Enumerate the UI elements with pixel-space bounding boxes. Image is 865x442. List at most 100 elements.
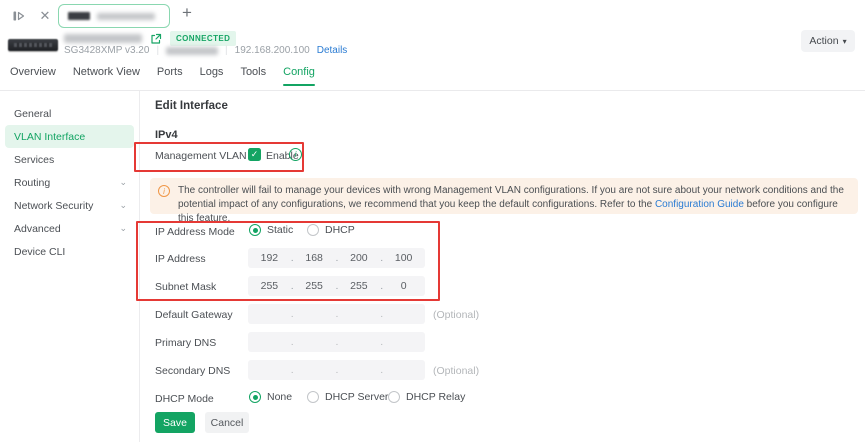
management-vlan-enable-checkbox[interactable]: ✓ xyxy=(248,148,261,161)
status-badge: CONNECTED xyxy=(170,31,236,46)
redacted-device-name xyxy=(64,34,142,43)
tab-config[interactable]: Config xyxy=(283,66,315,86)
default-gateway-optional-hint: (Optional) xyxy=(433,309,479,321)
add-tab-button[interactable]: + xyxy=(178,4,196,22)
sidebar-item-device-cli[interactable]: Device CLI xyxy=(0,240,139,263)
sidebar-item-label: VLAN Interface xyxy=(14,131,85,143)
expand-panel-glyph xyxy=(12,9,26,23)
device-model: SG3428XMP v3.20 xyxy=(64,45,149,56)
radio-static[interactable] xyxy=(249,224,261,236)
sidebar-item-routing[interactable]: Routing ⌄ xyxy=(0,171,139,194)
ip-address-mode-label: IP Address Mode xyxy=(155,226,235,238)
ip-address-label: IP Address xyxy=(155,253,206,265)
primary-dns-input[interactable] xyxy=(248,332,425,352)
radio-dhcp-relay[interactable] xyxy=(388,391,400,403)
octet-separator xyxy=(291,364,293,376)
radio-option-dhcp-server[interactable]: DHCP Server xyxy=(307,391,388,403)
tab-network-view[interactable]: Network View xyxy=(73,66,140,86)
tab-ports[interactable]: Ports xyxy=(157,66,183,86)
default-gateway-input[interactable] xyxy=(248,304,425,324)
notice-text: The controller will fail to manage your … xyxy=(178,184,848,226)
cancel-button[interactable]: Cancel xyxy=(205,412,249,433)
configuration-guide-link[interactable]: Configuration Guide xyxy=(655,199,744,210)
device-tab[interactable] xyxy=(58,4,170,28)
tab-overview[interactable]: Overview xyxy=(10,66,56,86)
ip-octet-1[interactable]: 192 xyxy=(248,252,291,264)
action-button[interactable]: Action ▾ xyxy=(801,30,855,52)
divider: | xyxy=(156,45,159,56)
mask-octet-4[interactable]: 0 xyxy=(382,280,425,292)
subnet-mask-input[interactable]: 2552552550 xyxy=(248,276,425,296)
octet-separator xyxy=(336,364,338,376)
ip-octet-2[interactable]: 168 xyxy=(293,252,336,264)
ip-address-input[interactable]: 192168200100 xyxy=(248,248,425,268)
notice-banner: i The controller will fail to manage you… xyxy=(150,178,858,214)
radio-dhcp-label: DHCP xyxy=(325,224,355,236)
secondary-dns-input[interactable] xyxy=(248,360,425,380)
mask-octet-1[interactable]: 255 xyxy=(248,280,291,292)
device-ip: 192.168.200.100 xyxy=(235,45,310,56)
octet-separator xyxy=(380,308,382,320)
sidebar-item-label: Network Security xyxy=(14,200,93,212)
radio-none-label: None xyxy=(267,391,292,403)
device-image xyxy=(8,39,58,51)
octet-separator xyxy=(336,336,338,348)
config-sidebar: General VLAN Interface Services Routing … xyxy=(0,91,140,442)
subnet-mask-label: Subnet Mask xyxy=(155,281,216,293)
radio-option-static[interactable]: Static xyxy=(249,224,293,236)
sidebar-item-vlan-interface[interactable]: VLAN Interface xyxy=(5,125,134,148)
chevron-down-icon: ⌄ xyxy=(119,200,127,211)
radio-dhcp-server[interactable] xyxy=(307,391,319,403)
ip-octet-3[interactable]: 200 xyxy=(338,252,381,264)
action-button-label: Action xyxy=(809,35,838,47)
device-nav-tabs: Overview Network View Ports Logs Tools C… xyxy=(0,66,865,91)
sidebar-item-general[interactable]: General xyxy=(0,102,139,125)
primary-dns-label: Primary DNS xyxy=(155,337,216,349)
device-name-row: CONNECTED xyxy=(64,31,236,46)
secondary-dns-label: Secondary DNS xyxy=(155,365,230,377)
device-meta-row: SG3428XMP v3.20 | | 192.168.200.100 Deta… xyxy=(64,45,347,56)
dhcp-mode-label: DHCP Mode xyxy=(155,393,214,405)
redacted-device-name xyxy=(97,13,155,20)
tab-logs[interactable]: Logs xyxy=(200,66,224,86)
radio-dhcp[interactable] xyxy=(307,224,319,236)
octet-separator xyxy=(291,308,293,320)
sidebar-item-label: Services xyxy=(14,154,54,166)
device-thumbnail-mini xyxy=(68,12,90,20)
octet-separator xyxy=(336,308,338,320)
sidebar-item-advanced[interactable]: Advanced ⌄ xyxy=(0,217,139,240)
radio-dhcp-server-label: DHCP Server xyxy=(325,391,388,403)
details-link[interactable]: Details xyxy=(317,45,348,56)
sidebar-item-network-security[interactable]: Network Security ⌄ xyxy=(0,194,139,217)
tab-tools[interactable]: Tools xyxy=(240,66,266,86)
chevron-down-icon: ⌄ xyxy=(119,177,127,188)
notice-info-icon: i xyxy=(158,185,170,197)
caret-down-icon: ▾ xyxy=(843,37,847,46)
expand-panel-icon[interactable] xyxy=(10,7,28,25)
sidebar-item-label: Advanced xyxy=(14,223,61,235)
close-tab-icon[interactable]: ✕ xyxy=(36,7,54,25)
chevron-down-icon: ⌄ xyxy=(119,223,127,234)
radio-option-dhcp-relay[interactable]: DHCP Relay xyxy=(388,391,465,403)
secondary-dns-optional-hint: (Optional) xyxy=(433,365,479,377)
ip-octet-4[interactable]: 100 xyxy=(382,252,425,264)
default-gateway-label: Default Gateway xyxy=(155,309,233,321)
save-button[interactable]: Save xyxy=(155,412,195,433)
management-vlan-label: Management VLAN xyxy=(155,150,247,162)
radio-option-dhcp[interactable]: DHCP xyxy=(307,224,355,236)
open-external-icon[interactable] xyxy=(150,33,162,45)
sidebar-item-services[interactable]: Services xyxy=(0,148,139,171)
radio-static-label: Static xyxy=(267,224,293,236)
sidebar-item-label: Routing xyxy=(14,177,50,189)
info-icon[interactable]: i xyxy=(289,148,302,161)
radio-option-none[interactable]: None xyxy=(249,391,292,403)
sidebar-item-label: Device CLI xyxy=(14,246,65,258)
mask-octet-2[interactable]: 255 xyxy=(293,280,336,292)
sidebar-item-label: General xyxy=(14,108,51,120)
mask-octet-3[interactable]: 255 xyxy=(338,280,381,292)
octet-separator xyxy=(291,336,293,348)
octet-separator xyxy=(380,364,382,376)
divider: | xyxy=(225,45,228,56)
radio-none[interactable] xyxy=(249,391,261,403)
page-title: Edit Interface xyxy=(155,100,228,112)
